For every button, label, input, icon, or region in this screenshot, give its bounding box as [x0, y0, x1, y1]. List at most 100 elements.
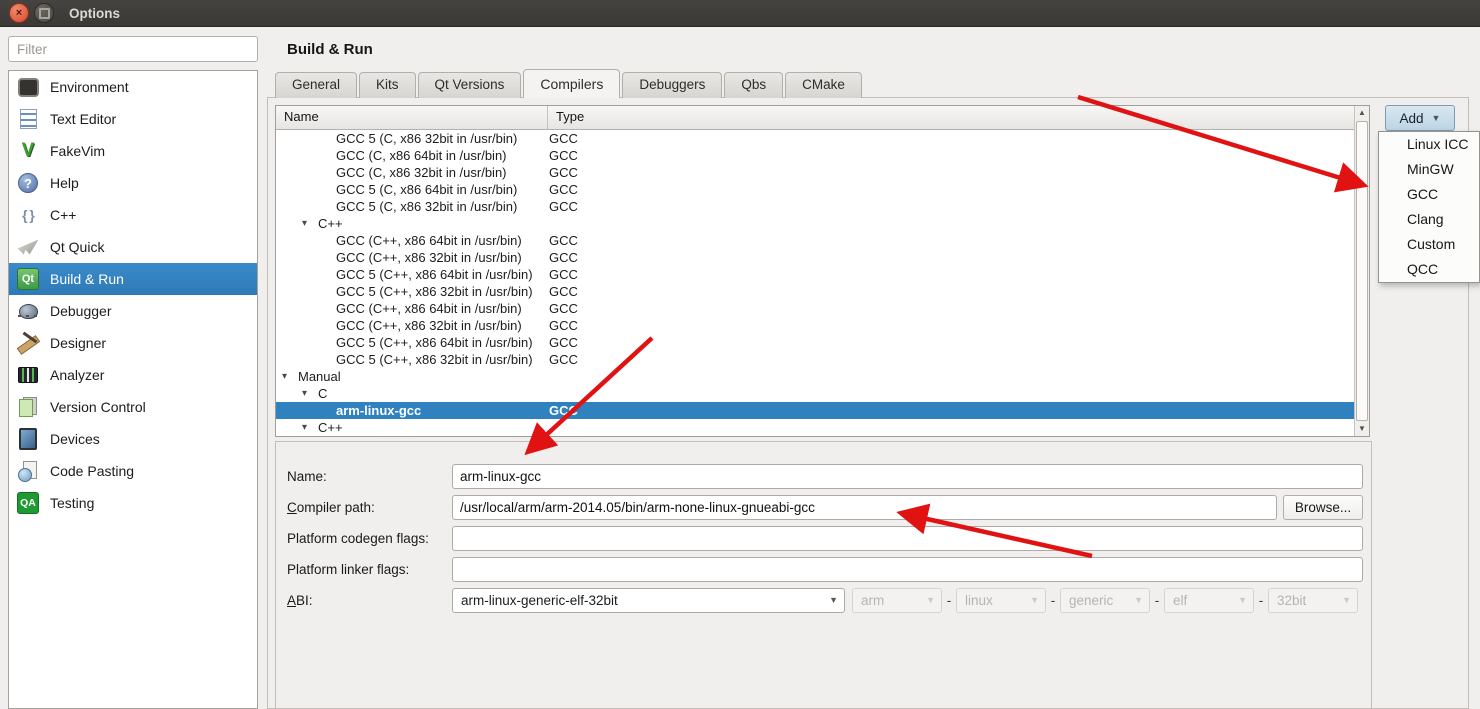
- menu-item-gcc[interactable]: GCC: [1379, 182, 1479, 207]
- table-row[interactable]: GCC (C++, x86 64bit in /usr/bin) GCC: [276, 300, 1354, 317]
- chevron-down-icon: ▼: [1431, 113, 1441, 123]
- sidebar-item-text-editor[interactable]: Text Editor: [9, 103, 257, 135]
- options-dialog: × Options Environment Text Editor FakeVim H…: [0, 0, 1480, 709]
- table-row[interactable]: ▾ C++: [276, 419, 1354, 436]
- menu-item-clang[interactable]: Clang: [1379, 207, 1479, 232]
- scrollbar-thumb[interactable]: [1356, 121, 1368, 421]
- tab-general[interactable]: General: [275, 72, 358, 98]
- expander-triangle-icon[interactable]: ▾: [302, 385, 307, 402]
- environment-icon: [16, 75, 40, 99]
- sidebar-item-qt-quick[interactable]: Qt Quick: [9, 231, 257, 263]
- close-icon[interactable]: ×: [9, 3, 29, 23]
- browse-button[interactable]: Browse...: [1283, 495, 1363, 520]
- abi-combobox[interactable]: arm-linux-generic-elf-32bit ▼: [452, 588, 845, 613]
- row-name-cell: Manual: [298, 369, 341, 384]
- table-row[interactable]: GCC (C, x86 64bit in /usr/bin) GCC: [276, 147, 1354, 164]
- page-title: Build & Run: [287, 41, 373, 58]
- code-pasting-icon: [16, 459, 40, 483]
- scroll-down-icon[interactable]: ▼: [1355, 422, 1369, 436]
- abi-part-value: elf: [1173, 593, 1188, 608]
- tab-qt-versions[interactable]: Qt Versions: [417, 72, 522, 98]
- table-row[interactable]: GCC (C++, x86 32bit in /usr/bin) GCC: [276, 249, 1354, 266]
- table-row[interactable]: GCC 5 (C++, x86 32bit in /usr/bin) GCC: [276, 283, 1354, 300]
- sidebar-item-help[interactable]: Help: [9, 167, 257, 199]
- linker-flags-label: Platform linker flags:: [287, 562, 410, 577]
- expander-triangle-icon[interactable]: ▾: [302, 419, 307, 436]
- maximize-icon[interactable]: [34, 3, 54, 23]
- abi-dash: -: [1050, 593, 1056, 608]
- sidebar-item-c[interactable]: C++: [9, 199, 257, 231]
- column-header-name[interactable]: Name: [276, 106, 548, 129]
- designer-icon: [16, 331, 40, 355]
- sidebar-item-testing[interactable]: Testing: [9, 487, 257, 519]
- row-name-cell: GCC 5 (C++, x86 32bit in /usr/bin): [336, 284, 533, 299]
- tab-debuggers[interactable]: Debuggers: [622, 72, 723, 98]
- sidebar-item-environment[interactable]: Environment: [9, 71, 257, 103]
- sidebar-item-label: Debugger: [50, 303, 112, 319]
- table-row[interactable]: arm-linux-gcc GCC: [276, 402, 1369, 419]
- sidebar-item-devices[interactable]: Devices: [9, 423, 257, 455]
- abi-combobox-value: arm-linux-generic-elf-32bit: [461, 593, 618, 608]
- row-type-cell: GCC: [549, 199, 578, 214]
- codegen-flags-input[interactable]: [452, 526, 1363, 551]
- abi-part-value: linux: [965, 593, 993, 608]
- compiler-detail-panel: Name: Compiler path: Browse... Platform …: [275, 441, 1372, 709]
- expander-triangle-icon[interactable]: ▾: [302, 215, 307, 232]
- table-body: GCC 5 (C, x86 32bit in /usr/bin) GCC GCC (…: [276, 130, 1369, 436]
- table-row[interactable]: GCC 5 (C, x86 32bit in /usr/bin) GCC: [276, 130, 1354, 147]
- abi-part-combobox-elf: elf ▼: [1164, 588, 1254, 613]
- debugger-icon: [16, 299, 40, 323]
- sidebar-item-version-control[interactable]: Version Control: [9, 391, 257, 423]
- sidebar-item-label: Help: [50, 175, 79, 191]
- sidebar-item-fakevim[interactable]: FakeVim: [9, 135, 257, 167]
- menu-item-custom[interactable]: Custom: [1379, 232, 1479, 257]
- table-row[interactable]: GCC 5 (C++, x86 64bit in /usr/bin) GCC: [276, 266, 1354, 283]
- name-label: Name:: [287, 469, 327, 484]
- table-row[interactable]: ▾ C: [276, 385, 1354, 402]
- sidebar-item-analyzer[interactable]: Analyzer: [9, 359, 257, 391]
- filter-input[interactable]: [8, 36, 258, 62]
- table-row[interactable]: GCC (C++, x86 32bit in /usr/bin) GCC: [276, 317, 1354, 334]
- tab-compilers[interactable]: Compilers: [523, 69, 621, 98]
- sidebar-item-label: FakeVim: [50, 143, 105, 159]
- table-row[interactable]: GCC (C++, x86 64bit in /usr/bin) GCC: [276, 232, 1354, 249]
- menu-item-linux-icc[interactable]: Linux ICC: [1379, 132, 1479, 157]
- scroll-up-icon[interactable]: ▲: [1355, 106, 1369, 120]
- compiler-path-input[interactable]: [452, 495, 1277, 520]
- row-type-cell: GCC: [549, 301, 578, 316]
- sidebar-item-label: Designer: [50, 335, 107, 351]
- abi-part-combobox-generic: generic ▼: [1060, 588, 1150, 613]
- table-row[interactable]: ▾ C++: [276, 215, 1354, 232]
- vertical-scrollbar[interactable]: ▲ ▼: [1354, 106, 1369, 436]
- row-name-cell: GCC 5 (C++, x86 64bit in /usr/bin): [336, 267, 533, 282]
- codegen-flags-row: Platform codegen flags:: [276, 526, 1371, 551]
- tabbar: General Kits Qt Versions Compilers Debuggers…: [275, 69, 864, 98]
- sidebar-item-debugger[interactable]: Debugger: [9, 295, 257, 327]
- compilers-table: Name Type GCC 5 (C, x86 32bit in /usr/bi…: [275, 105, 1370, 437]
- sidebar-item-label: Code Pasting: [50, 463, 135, 479]
- table-row[interactable]: ▾ Manual: [276, 368, 1354, 385]
- table-row[interactable]: GCC 5 (C, x86 32bit in /usr/bin) GCC: [276, 198, 1354, 215]
- column-header-type[interactable]: Type: [548, 106, 592, 129]
- menu-item-qcc[interactable]: QCC: [1379, 257, 1479, 282]
- menu-item-mingw[interactable]: MinGW: [1379, 157, 1479, 182]
- expander-triangle-icon[interactable]: ▾: [282, 368, 287, 385]
- table-row[interactable]: GCC 5 (C++, x86 32bit in /usr/bin) GCC: [276, 351, 1354, 368]
- row-type-cell: GCC: [549, 335, 578, 350]
- chevron-down-icon: ▼: [1342, 595, 1351, 605]
- add-button[interactable]: Add ▼: [1385, 105, 1455, 131]
- sidebar-item-designer[interactable]: Designer: [9, 327, 257, 359]
- abi-part-combobox-arm: arm ▼: [852, 588, 942, 613]
- tab-qbs[interactable]: Qbs: [724, 72, 784, 98]
- sidebar-item-build-run[interactable]: Build & Run: [9, 263, 257, 295]
- tab-cmake[interactable]: CMake: [785, 72, 862, 98]
- name-input[interactable]: [452, 464, 1363, 489]
- table-row[interactable]: GCC 5 (C, x86 64bit in /usr/bin) GCC: [276, 181, 1354, 198]
- abi-dash: -: [1258, 593, 1264, 608]
- tab-kits[interactable]: Kits: [359, 72, 416, 98]
- table-row[interactable]: GCC (C, x86 32bit in /usr/bin) GCC: [276, 164, 1354, 181]
- row-name-cell: GCC 5 (C, x86 32bit in /usr/bin): [336, 199, 518, 214]
- table-row[interactable]: GCC 5 (C++, x86 64bit in /usr/bin) GCC: [276, 334, 1354, 351]
- sidebar-item-code-pasting[interactable]: Code Pasting: [9, 455, 257, 487]
- linker-flags-input[interactable]: [452, 557, 1363, 582]
